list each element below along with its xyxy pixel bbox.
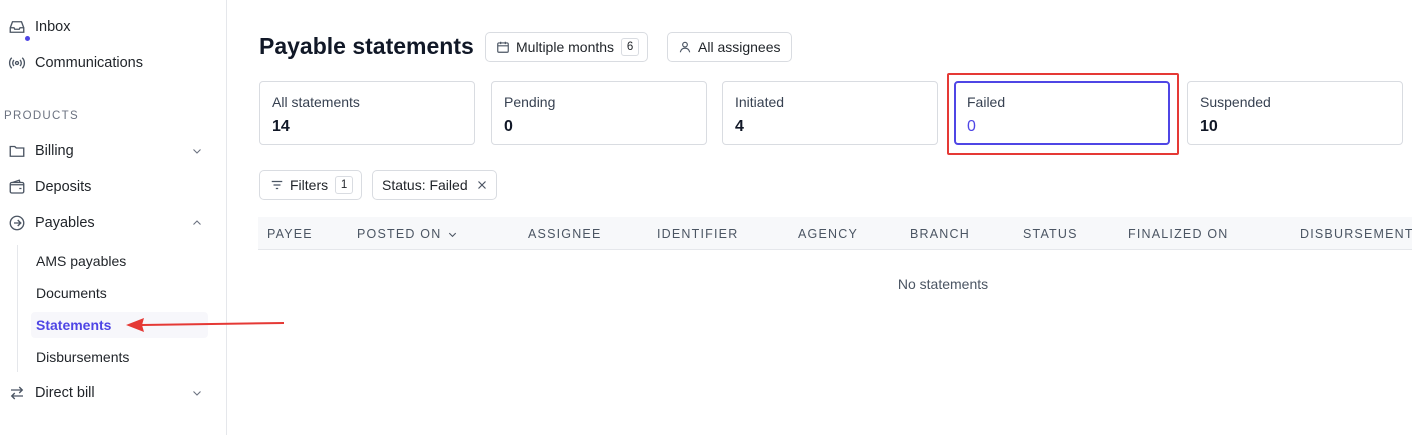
unread-dot <box>25 36 30 41</box>
sidebar-item-disbursements[interactable]: Disbursements <box>31 344 208 370</box>
column-header-assignee[interactable]: ASSIGNEE <box>528 227 602 241</box>
month-count-badge: 6 <box>621 38 640 56</box>
stat-label: Suspended <box>1200 94 1271 110</box>
chevron-down-icon[interactable] <box>190 144 204 158</box>
nav-item-label: Billing <box>35 143 74 159</box>
assignee-filter[interactable]: All assignees <box>667 32 792 62</box>
calendar-icon <box>496 40 510 54</box>
column-header-branch[interactable]: BRANCH <box>910 227 970 241</box>
nav-item-label: Communications <box>35 55 143 71</box>
active-filter-label: Status: Failed <box>382 177 468 193</box>
close-icon[interactable] <box>476 179 488 191</box>
column-header-status[interactable]: STATUS <box>1023 227 1078 241</box>
empty-state-message: No statements <box>897 276 989 292</box>
stat-card-failed[interactable]: Failed 0 <box>954 81 1170 145</box>
nav-item-label: Deposits <box>35 179 92 195</box>
filters-count-badge: 1 <box>335 176 354 194</box>
stat-value: 0 <box>504 118 513 135</box>
broadcast-icon <box>7 53 27 73</box>
sub-nav-rail <box>17 245 18 372</box>
stat-card-pending[interactable]: Pending 0 <box>491 81 707 145</box>
column-header-agency[interactable]: AGENCY <box>798 227 858 241</box>
user-icon <box>678 40 692 54</box>
nav-item-label: Direct bill <box>35 385 95 401</box>
nav-item-label: Inbox <box>35 19 71 35</box>
column-header-finalized-on[interactable]: FINALIZED ON <box>1128 227 1229 241</box>
column-header-label: POSTED ON <box>357 227 442 241</box>
stat-card-all-statements[interactable]: All statements 14 <box>259 81 475 145</box>
swap-icon <box>7 383 27 403</box>
column-header-posted-on[interactable]: POSTED ON <box>357 227 458 241</box>
empty-state: No statements <box>0 276 1370 292</box>
folder-icon <box>7 141 27 161</box>
date-range-label: Multiple months <box>516 39 615 55</box>
stat-card-suspended[interactable]: Suspended 10 <box>1187 81 1403 145</box>
filters-button[interactable]: Filters 1 <box>259 170 363 200</box>
stat-value: 14 <box>272 118 290 135</box>
arrow-right-circle-icon <box>7 213 27 233</box>
nav-item-deposits[interactable]: Deposits <box>0 172 227 202</box>
stat-label: Pending <box>504 94 556 110</box>
filter-icon <box>270 178 284 192</box>
nav-item-inbox[interactable]: Inbox <box>0 12 227 42</box>
stat-label: Failed <box>967 94 1006 110</box>
column-header-disbursement[interactable]: DISBURSEMENT <box>1300 227 1412 241</box>
active-filter-chip[interactable]: Status: Failed <box>372 170 497 200</box>
page-title: Payable statements <box>259 33 474 59</box>
chevron-up-icon[interactable] <box>190 216 204 230</box>
chevron-down-icon[interactable] <box>190 386 204 400</box>
table-header: PAYEE POSTED ON ASSIGNEE IDENTIFIER AGEN… <box>258 217 1412 250</box>
stat-label: Initiated <box>735 94 785 110</box>
sidebar: Inbox Communications PRODUCTS Billing De… <box>0 0 227 435</box>
sidebar-item-ams-payables[interactable]: AMS payables <box>31 248 208 274</box>
annotation-arrow <box>126 318 285 332</box>
date-range-filter[interactable]: Multiple months 6 <box>485 32 649 62</box>
inbox-icon <box>7 17 27 37</box>
column-header-identifier[interactable]: IDENTIFIER <box>657 227 738 241</box>
stat-value: 0 <box>967 118 976 135</box>
sort-chevron-down-icon <box>447 229 458 240</box>
stat-card-initiated[interactable]: Initiated 4 <box>722 81 938 145</box>
nav-item-communications[interactable]: Communications <box>0 48 227 78</box>
nav-item-label: Payables <box>35 215 95 231</box>
stat-value: 4 <box>735 118 744 135</box>
stat-label: All statements <box>272 94 360 110</box>
filters-label: Filters <box>290 177 329 193</box>
stat-value: 10 <box>1200 118 1218 135</box>
assignee-label: All assignees <box>698 39 781 55</box>
nav-item-direct-bill[interactable]: Direct bill <box>0 378 227 408</box>
column-header-payee[interactable]: PAYEE <box>267 227 313 241</box>
section-label-products: PRODUCTS <box>4 110 79 122</box>
nav-item-billing[interactable]: Billing <box>0 136 227 166</box>
nav-item-payables[interactable]: Payables <box>0 208 227 238</box>
wallet-icon <box>7 177 27 197</box>
